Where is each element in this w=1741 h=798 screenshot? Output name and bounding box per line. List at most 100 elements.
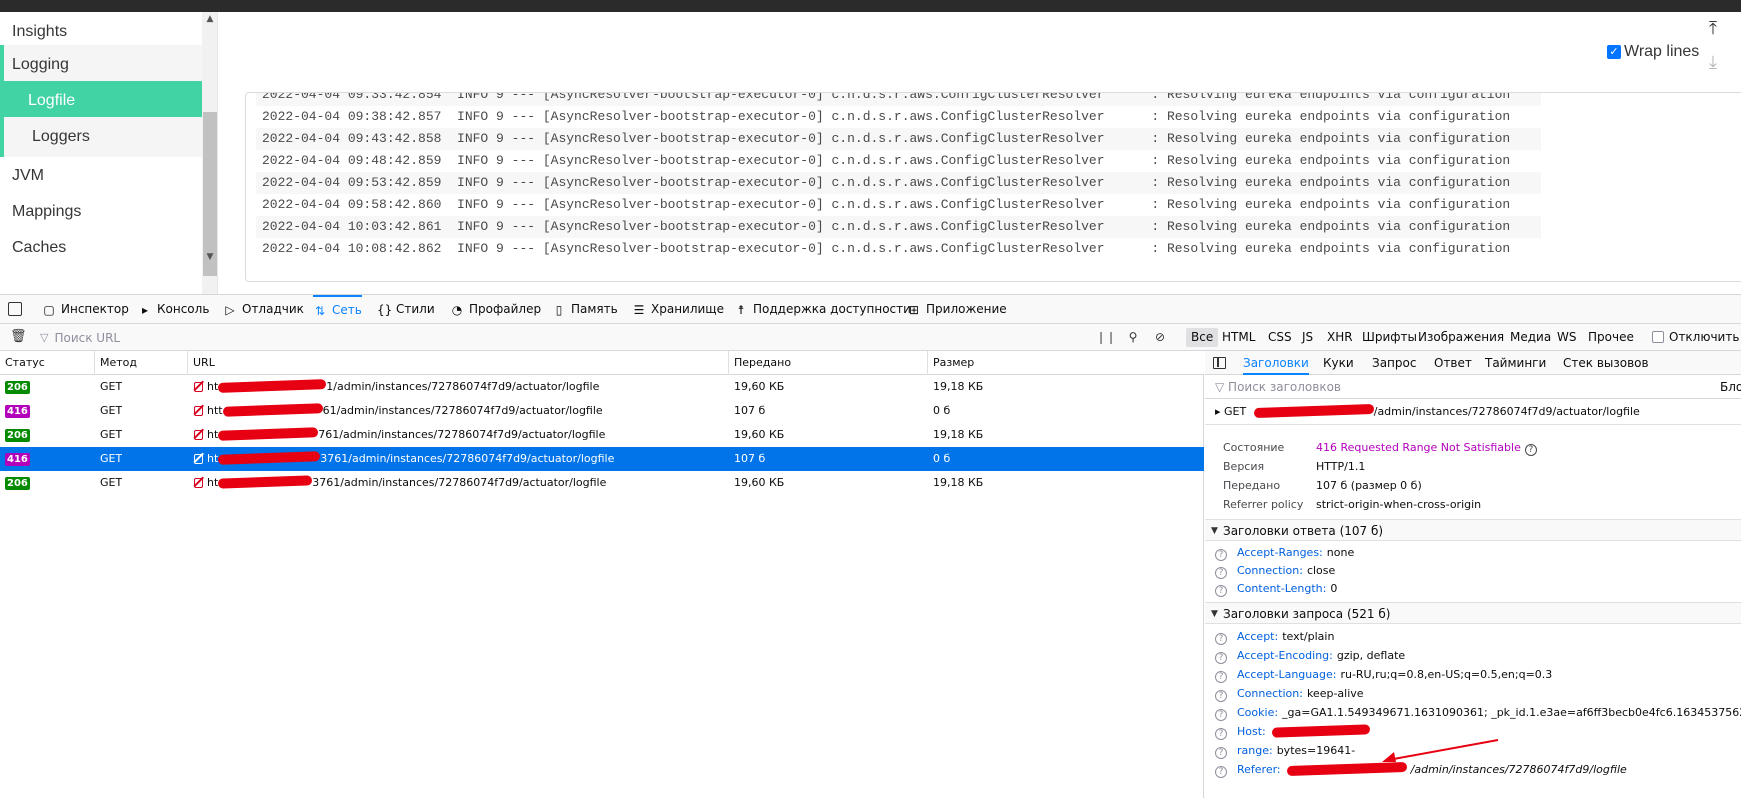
help-icon[interactable]: ? xyxy=(1215,671,1227,683)
header-row: ? range: bytes=19641- xyxy=(1215,742,1355,759)
type-filter-css[interactable]: CSS xyxy=(1263,328,1297,347)
pause-icon[interactable]: ❘❘ xyxy=(1096,329,1116,345)
tab-accessibility[interactable]: ☨ Поддержка доступности xyxy=(734,295,911,324)
response-headers-section[interactable]: ▼ Заголовки ответа (107 б) xyxy=(1205,519,1741,541)
tab-memory[interactable]: ▯ Память xyxy=(552,295,618,324)
wrap-lines-toggle[interactable]: ✓ Wrap lines xyxy=(1607,42,1699,62)
table-row-selected[interactable]: 416 GET ht 3761/admin/instances/72786074f… xyxy=(0,447,1204,471)
mixed-content-icon xyxy=(192,380,204,392)
help-icon[interactable]: ? xyxy=(1215,585,1227,597)
status-badge: 416 xyxy=(5,405,30,418)
element-picker-icon[interactable] xyxy=(8,302,22,316)
tab-debugger[interactable]: ▷ Отладчик xyxy=(223,295,304,324)
scroll-to-bottom-icon[interactable]: ⤓ xyxy=(1702,52,1724,73)
table-row[interactable]: 416 GET htt 61/admin/instances/72786074f7… xyxy=(0,399,1204,423)
column-method[interactable]: Метод xyxy=(95,351,188,375)
clear-log-trash-icon[interactable]: 🗑 xyxy=(10,329,27,345)
header-row: ? Accept-Language: ru-RU,ru;q=0.8,en-US;q=… xyxy=(1215,666,1552,683)
tab-storage[interactable]: ☰ Хранилище xyxy=(632,295,724,324)
tab-profiler[interactable]: ◔ Профайлер xyxy=(450,295,541,324)
table-row[interactable]: 206 GET ht 761/admin/instances/72786074f7… xyxy=(0,423,1204,447)
request-list-header: Статус Метод URL Передано Размер xyxy=(0,351,1204,375)
type-filter-xhr[interactable]: XHR xyxy=(1322,328,1358,347)
column-size[interactable]: Размер xyxy=(928,351,1204,375)
type-filter-all[interactable]: Все xyxy=(1186,328,1219,347)
sidebar-item-logfile[interactable]: Logfile xyxy=(0,81,202,121)
tab-application[interactable]: ⊞ Приложение xyxy=(907,295,1007,324)
collapse-triangle-icon: ▼ xyxy=(1211,526,1218,536)
mixed-content-icon xyxy=(192,476,204,488)
search-icon[interactable]: ⚲ xyxy=(1125,329,1141,345)
toggle-panel-icon[interactable] xyxy=(1213,357,1226,369)
filter-url-input[interactable]: ▽ Поиск URL xyxy=(40,329,390,346)
help-icon[interactable]: ? xyxy=(1215,709,1227,721)
block-requests-icon[interactable]: ⊘ xyxy=(1152,329,1168,345)
tab-console[interactable]: ▸ Консоль xyxy=(138,295,209,324)
help-icon[interactable]: ? xyxy=(1215,549,1227,561)
type-filter-other[interactable]: Прочее xyxy=(1583,328,1639,347)
type-filter-html[interactable]: HTML xyxy=(1217,328,1260,347)
tab-network[interactable]: ⇅ Сеть xyxy=(313,295,362,324)
redaction-mark xyxy=(218,379,327,393)
tab-timings[interactable]: Тайминги xyxy=(1485,351,1546,375)
request-headers-section[interactable]: ▼ Заголовки запроса (521 б) xyxy=(1205,602,1741,624)
tab-style-editor[interactable]: {} Стили xyxy=(377,295,435,324)
accessibility-icon: ☨ xyxy=(737,302,745,317)
sidebar: Insights Logging Logfile Loggers JVM Map… xyxy=(0,12,218,294)
sidebar-item-jvm[interactable]: JVM xyxy=(0,156,202,196)
column-url[interactable]: URL xyxy=(188,351,729,375)
tab-inspector[interactable]: ▢ Инспектор xyxy=(42,295,129,324)
block-button[interactable]: Блок xyxy=(1720,375,1741,399)
status-badge: 416 xyxy=(5,453,30,466)
scroll-to-top-icon[interactable]: ⤒ xyxy=(1702,18,1724,39)
url-cell: ht 3761/admin/instances/72786074f7d9/actu… xyxy=(192,447,727,471)
redaction-mark xyxy=(218,475,313,489)
redaction-mark xyxy=(218,451,321,465)
header-row: ? Cookie: _ga=GA1.1.549349671.1631090361; … xyxy=(1215,704,1741,721)
scroll-down-arrow-icon[interactable]: ▼ xyxy=(203,250,217,264)
column-transferred[interactable]: Передано xyxy=(729,351,928,375)
disable-cache-toggle[interactable]: Отключить кэ xyxy=(1652,330,1741,344)
wrap-lines-checkbox[interactable]: ✓ xyxy=(1607,45,1621,59)
help-icon[interactable]: ? xyxy=(1524,444,1537,456)
status-badge: 206 xyxy=(5,477,30,490)
log-line: 2022-04-04 09:58:42.860 INFO 9 --- [Asyn… xyxy=(262,197,1511,212)
help-icon[interactable]: ? xyxy=(1215,690,1227,702)
type-filter-media[interactable]: Медиа xyxy=(1505,328,1556,347)
table-row[interactable]: 206 GET ht 3761/admin/instances/72786074f… xyxy=(0,471,1204,495)
summary-transferred: Передано 107 б (размер 0 б) xyxy=(1223,479,1422,492)
scroll-up-arrow-icon[interactable]: ▲ xyxy=(203,12,217,26)
tab-response[interactable]: Ответ xyxy=(1434,351,1472,375)
help-icon[interactable]: ? xyxy=(1215,747,1227,759)
transferred-cell: 19,60 КБ xyxy=(734,476,785,489)
type-filter-js[interactable]: JS xyxy=(1297,328,1318,347)
devtools-tabbar: ▢ Инспектор ▸ Консоль ▷ Отладчик ⇅ Сеть {} Ст… xyxy=(0,295,1741,324)
help-icon[interactable]: ? xyxy=(1215,766,1227,778)
disable-cache-checkbox[interactable] xyxy=(1652,331,1664,343)
table-row[interactable]: 206 GET ht 1/admin/instances/72786074f7d9… xyxy=(0,375,1204,399)
help-icon[interactable]: ? xyxy=(1215,567,1227,579)
sidebar-item-loggers[interactable]: Loggers xyxy=(0,117,202,157)
sidebar-item-mappings[interactable]: Mappings xyxy=(0,192,202,232)
redaction-mark xyxy=(1286,761,1407,777)
column-status[interactable]: Статус xyxy=(0,351,95,375)
request-url-line[interactable]: ▸ GET /admin/instances/72786074f7d9/actu… xyxy=(1205,399,1741,425)
memory-icon: ▯ xyxy=(555,302,563,317)
style-editor-icon: {} xyxy=(377,302,393,317)
sidebar-item-logging[interactable]: Logging xyxy=(0,45,202,85)
header-row: ? Accept-Ranges: none xyxy=(1215,544,1354,561)
help-icon[interactable]: ? xyxy=(1215,633,1227,645)
tab-stack-trace[interactable]: Стек вызовов xyxy=(1563,351,1649,375)
url-cell: ht 761/admin/instances/72786074f7d9/actua… xyxy=(192,423,727,447)
tab-request[interactable]: Запрос xyxy=(1372,351,1416,375)
help-icon[interactable]: ? xyxy=(1215,652,1227,664)
help-icon[interactable]: ? xyxy=(1215,728,1227,740)
type-filter-images[interactable]: Изображения xyxy=(1413,328,1509,347)
tab-headers[interactable]: Заголовки xyxy=(1243,351,1309,375)
tab-cookies[interactable]: Куки xyxy=(1323,351,1354,375)
filter-headers-input[interactable]: ▽ Поиск заголовков Блок xyxy=(1205,375,1741,399)
type-filter-ws[interactable]: WS xyxy=(1552,328,1581,347)
mixed-content-icon xyxy=(192,428,204,440)
redaction-mark xyxy=(1271,724,1370,738)
sidebar-item-caches[interactable]: Caches xyxy=(0,228,202,268)
